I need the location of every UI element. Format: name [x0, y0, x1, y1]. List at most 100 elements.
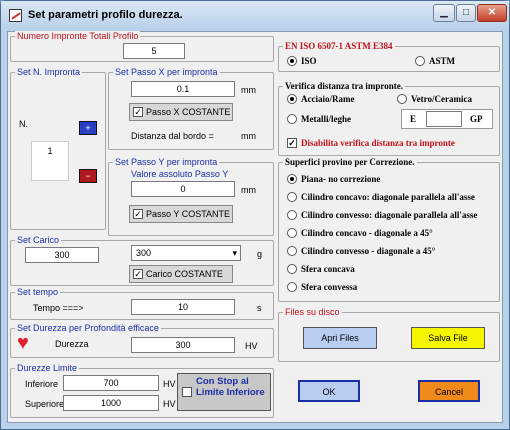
- carico-costante-checkbox[interactable]: ✓ Carico COSTANTE: [129, 265, 233, 283]
- stop-label: Con Stop al Limite Inferiore: [196, 376, 265, 398]
- carico-costante-label: Carico COSTANTE: [146, 269, 223, 279]
- radio-cilindro-concavo-parallela[interactable]: Cilindro concavo: diagonale parallela al…: [287, 191, 475, 203]
- radio-iso[interactable]: ISO: [287, 55, 317, 67]
- n-impronta-group: Set N. Impronta N. 1 + −: [10, 67, 106, 230]
- carico-input[interactable]: 300: [25, 247, 99, 263]
- radio-icon: [287, 264, 297, 274]
- passo-x-label: Set Passo X per impronta: [113, 67, 220, 77]
- salva-file-button[interactable]: Salva File: [411, 327, 485, 349]
- ok-button[interactable]: OK: [298, 380, 360, 402]
- chevron-down-icon: ▾: [232, 248, 237, 258]
- passo-x-costante-checkbox[interactable]: ✓ Passo X COSTANTE: [129, 103, 233, 121]
- increment-button[interactable]: +: [79, 121, 97, 135]
- standard-label: EN ISO 6507-1 ASTM E384: [283, 41, 395, 51]
- radio-superficie-label: Cilindro convesso - diagonale a 45°: [301, 246, 436, 256]
- radio-cilindro-convesso-parallela[interactable]: Cilindro convesso: diagonale parallela a…: [287, 209, 477, 221]
- radio-icon: [397, 94, 407, 104]
- radio-astm[interactable]: ASTM: [415, 55, 455, 67]
- decrement-button[interactable]: −: [79, 169, 97, 183]
- passo-x-costante-label: Passo X COSTANTE: [146, 107, 231, 117]
- n-impronta-value: 1: [31, 141, 69, 181]
- files-group: Files su disco Apri Files Salva File: [278, 307, 500, 362]
- e-input[interactable]: [426, 111, 462, 127]
- apri-files-button[interactable]: Apri Files: [303, 327, 377, 349]
- radio-icon: [287, 246, 297, 256]
- dialog-body: Numero Impronte Totali Profilo 5 Set N. …: [7, 31, 503, 423]
- n-label: N.: [19, 119, 28, 129]
- passo-y-unit: mm: [241, 185, 256, 195]
- durezza-input[interactable]: 300: [131, 337, 235, 353]
- carico-select[interactable]: 300 ▾: [131, 245, 241, 261]
- passo-x-input[interactable]: 0.1: [131, 81, 235, 97]
- stop-limite-toggle[interactable]: Con Stop al Limite Inferiore: [177, 373, 271, 411]
- radio-metalli-label: Metalli/leghe: [301, 114, 351, 124]
- radio-icon: [287, 114, 297, 124]
- checkmark-icon: ✓: [133, 269, 143, 279]
- passo-y-group: Set Passo Y per impronta Valore assoluto…: [108, 157, 274, 236]
- close-icon: ✕: [487, 7, 497, 18]
- durezza-group: Set Durezza per Profondità efficace ♥ Du…: [10, 323, 274, 358]
- radio-vetro[interactable]: Vetro/Ceramica: [397, 93, 472, 105]
- tempo-label: Set tempo: [15, 287, 61, 297]
- superiore-label: Superiore: [25, 399, 65, 409]
- dialog-window: Set parametri profilo durezza. ▁ □ ✕ Num…: [0, 0, 510, 430]
- plus-icon: +: [85, 123, 91, 133]
- radio-icon: [287, 228, 297, 238]
- verifica-group: Verifica distanza tra impronte. Acciaio/…: [278, 81, 500, 156]
- minus-icon: −: [85, 171, 91, 181]
- carico-group: Set Carico 300 300 ▾ g ✓ Carico COSTANTE: [10, 235, 274, 286]
- maximize-button[interactable]: □: [456, 4, 476, 22]
- checkmark-icon: ✓: [133, 107, 143, 117]
- n-impronta-label: Set N. Impronta: [15, 67, 83, 77]
- inferiore-input[interactable]: 700: [63, 375, 159, 391]
- radio-superficie-label: Cilindro convesso: diagonale parallela a…: [301, 210, 478, 220]
- verifica-label: Verifica distanza tra impronte.: [283, 81, 405, 91]
- close-button[interactable]: ✕: [477, 4, 507, 22]
- passo-y-label: Set Passo Y per impronta: [113, 157, 220, 167]
- files-label: Files su disco: [283, 307, 342, 317]
- radio-piana[interactable]: Piana- no correzione: [287, 173, 380, 185]
- e-gp-frame: E GP: [401, 109, 493, 129]
- radio-acciaio-label: Acciaio/Rame: [301, 94, 355, 104]
- radio-metalli[interactable]: Metalli/leghe: [287, 113, 351, 125]
- radio-acciaio[interactable]: Acciaio/Rame: [287, 93, 354, 105]
- radio-icon: [287, 282, 297, 292]
- radio-icon: [415, 56, 425, 66]
- passo-y-costante-checkbox[interactable]: ✓ Passo Y COSTANTE: [129, 205, 233, 223]
- durezza-field-label: Durezza: [55, 339, 89, 349]
- cancel-button[interactable]: Cancel: [418, 380, 480, 402]
- minimize-icon: ▁: [440, 7, 448, 18]
- radio-superficie-label: Cilindro concavo: diagonale parallela al…: [301, 192, 475, 202]
- checkmark-icon: ✓: [287, 138, 297, 148]
- superfici-label: Superfici provino per Correzione.: [283, 157, 417, 167]
- limiti-group: Durezze Limite Inferiore 700 HV Superior…: [10, 363, 274, 418]
- radio-icon: [287, 192, 297, 202]
- carico-select-value: 300: [136, 248, 152, 258]
- radio-iso-label: ISO: [301, 56, 317, 66]
- disabilita-label: Disabilita verifica distanza tra impront…: [301, 138, 455, 148]
- superiore-input[interactable]: 1000: [63, 395, 159, 411]
- radio-cilindro-concavo-45[interactable]: Cilindro concavo - diagonale a 45°: [287, 227, 433, 239]
- radio-selected-icon: [287, 56, 297, 66]
- radio-superficie-label: Cilindro concavo - diagonale a 45°: [301, 228, 433, 238]
- impronte-label: Numero Impronte Totali Profilo: [15, 31, 141, 41]
- radio-sfera-concava[interactable]: Sfera concava: [287, 263, 355, 275]
- heart-icon: ♥: [17, 332, 29, 354]
- distanza-label: Distanza dal bordo =: [131, 131, 214, 141]
- stop-checkbox: [182, 387, 192, 397]
- inferiore-unit: HV: [163, 379, 176, 389]
- superiore-unit: HV: [163, 399, 176, 409]
- minimize-button[interactable]: ▁: [433, 4, 455, 22]
- tempo-input[interactable]: 10: [131, 299, 235, 315]
- tempo-group: Set tempo Tempo ===> 10 s: [10, 287, 274, 320]
- passo-y-input[interactable]: 0: [131, 181, 235, 197]
- impronte-group: Numero Impronte Totali Profilo 5: [10, 31, 274, 62]
- passo-y-sublabel: Valore assoluto Passo Y: [131, 169, 229, 179]
- carico-unit: g: [257, 249, 263, 259]
- radio-sfera-convessa[interactable]: Sfera convessa: [287, 281, 357, 293]
- radio-cilindro-convesso-45[interactable]: Cilindro convesso - diagonale a 45°: [287, 245, 435, 257]
- disabilita-checkbox[interactable]: ✓ Disabilita verifica distanza tra impron…: [287, 137, 455, 149]
- radio-vetro-label: Vetro/Ceramica: [411, 94, 472, 104]
- impronte-input[interactable]: 5: [123, 43, 185, 59]
- passo-x-unit: mm: [241, 85, 256, 95]
